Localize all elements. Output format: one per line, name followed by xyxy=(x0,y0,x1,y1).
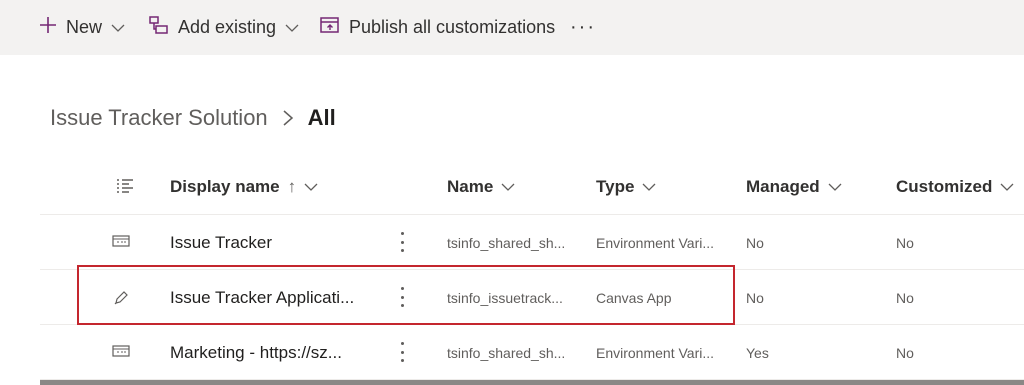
more-options-icon[interactable] xyxy=(398,228,406,256)
sort-ascending-icon: ↑ xyxy=(287,177,297,196)
column-customized-label: Customized xyxy=(896,177,993,196)
chevron-down-icon xyxy=(828,182,842,192)
add-existing-button[interactable]: Add existing xyxy=(148,0,299,55)
command-bar: New Add existing Publish all customizati… xyxy=(0,0,1024,55)
table-row[interactable]: Marketing - https://sz... tsinfo_shared_… xyxy=(40,325,1024,380)
row-managed: Yes xyxy=(746,345,769,361)
chevron-down-icon xyxy=(304,182,318,192)
publish-icon xyxy=(319,15,341,40)
row-type: Environment Vari... xyxy=(596,345,715,361)
table-row[interactable]: Issue Tracker tsinfo_shared_sh... Enviro… xyxy=(40,215,1024,270)
row-name: tsinfo_shared_sh... xyxy=(447,345,566,361)
row-display-name[interactable]: Issue Tracker xyxy=(170,233,272,253)
add-existing-icon xyxy=(148,15,170,40)
environment-variable-icon xyxy=(112,344,130,363)
chevron-down-icon xyxy=(285,23,299,33)
row-display-name[interactable]: Marketing - https://sz... xyxy=(170,343,342,363)
row-name: tsinfo_shared_sh... xyxy=(447,235,566,251)
selection-highlight-box xyxy=(77,265,735,325)
column-customized[interactable]: Customized xyxy=(896,177,1014,197)
column-type[interactable]: Type xyxy=(596,177,656,197)
row-customized: No xyxy=(896,235,914,251)
new-label: New xyxy=(66,17,103,37)
chevron-down-icon xyxy=(111,23,125,33)
row-customized: No xyxy=(896,290,914,306)
new-button[interactable]: New xyxy=(38,0,125,55)
environment-variable-icon xyxy=(112,234,130,253)
row-customized: No xyxy=(896,345,914,361)
more-options-icon[interactable] xyxy=(398,338,406,366)
chevron-down-icon xyxy=(501,182,515,192)
chevron-down-icon xyxy=(642,182,656,192)
horizontal-scrollbar[interactable] xyxy=(40,380,1024,385)
plus-icon xyxy=(38,15,58,40)
column-display-name[interactable]: Display name ↑ xyxy=(170,177,318,197)
breadcrumb-current: All xyxy=(307,105,336,130)
add-existing-label: Add existing xyxy=(178,17,277,37)
breadcrumb-solution-link[interactable]: Issue Tracker Solution xyxy=(50,105,268,131)
more-commands-button[interactable]: ··· xyxy=(570,16,596,39)
column-display-name-label: Display name xyxy=(170,177,280,196)
column-type-label: Type xyxy=(596,177,635,196)
column-name-label: Name xyxy=(447,177,494,196)
column-managed-label: Managed xyxy=(746,177,820,196)
breadcrumb: Issue Tracker Solution All xyxy=(50,105,336,131)
row-type: Environment Vari... xyxy=(596,235,715,251)
row-managed: No xyxy=(746,235,764,251)
chevron-down-icon xyxy=(1000,182,1014,192)
table-header: Display name ↑ Name Type Managed Customi… xyxy=(40,160,1024,215)
row-managed: No xyxy=(746,290,764,306)
chevron-right-icon xyxy=(282,109,294,127)
publish-all-button[interactable]: Publish all customizations xyxy=(319,0,555,55)
list-view-icon[interactable] xyxy=(115,177,135,202)
column-name[interactable]: Name xyxy=(447,177,515,197)
publish-label: Publish all customizations xyxy=(349,17,556,37)
column-managed[interactable]: Managed xyxy=(746,177,842,197)
